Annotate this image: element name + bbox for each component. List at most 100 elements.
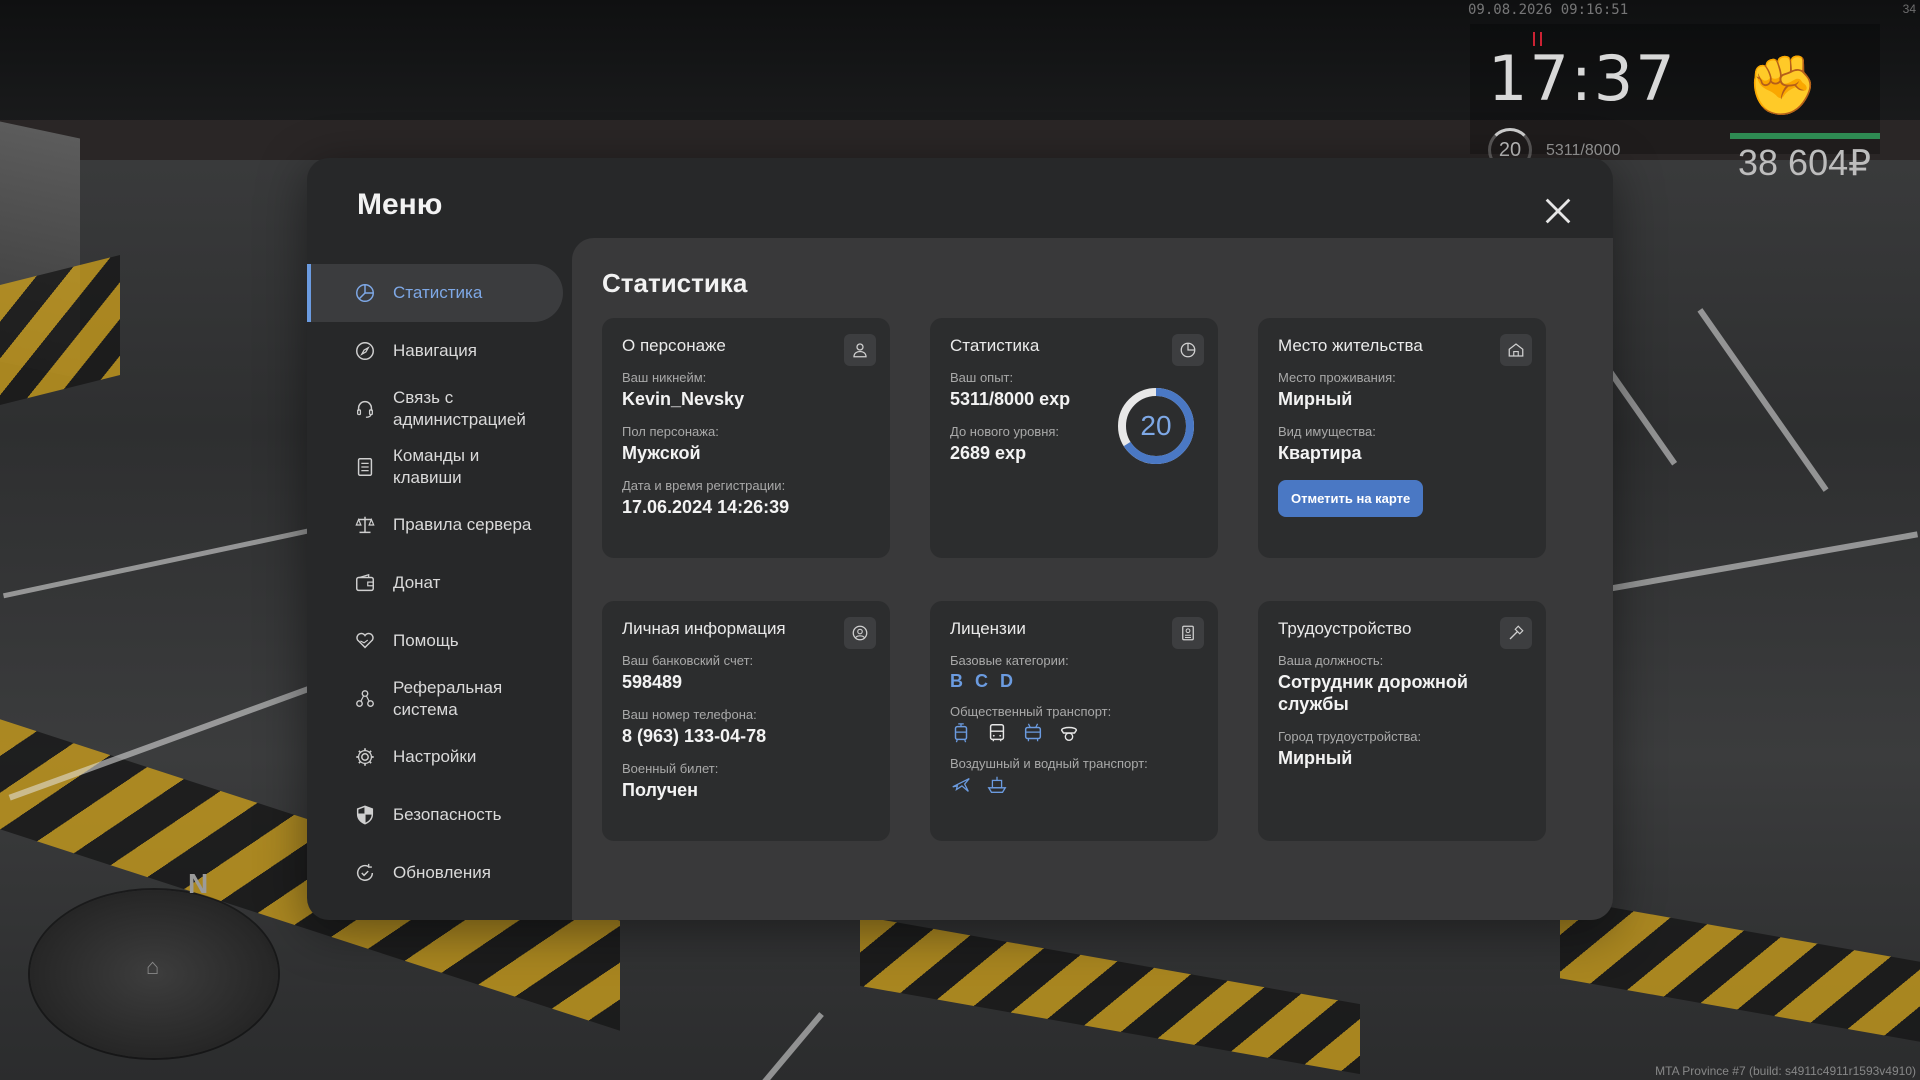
- hud-corner-number: 34: [1902, 2, 1916, 16]
- sidebar-item-help[interactable]: Помощь: [307, 612, 563, 670]
- card-title: Лицензии: [950, 619, 1026, 638]
- field-label: Военный билет:: [622, 761, 719, 776]
- hammer-icon: [1500, 617, 1532, 649]
- registration-value: 17.06.2024 14:26:39: [622, 497, 790, 517]
- residence-place-value: Мирный: [1278, 389, 1353, 409]
- personal-info-card: Личная информация Ваш банковский счет: 5…: [602, 601, 890, 841]
- sidebar-item-label: Донат: [393, 573, 441, 592]
- card-title: Личная информация: [622, 619, 786, 638]
- employment-card: Трудоустройство Ваша должность: Сотрудни…: [1258, 601, 1546, 841]
- referral-icon: [353, 687, 377, 711]
- mark-on-map-button[interactable]: Отметить на карте: [1278, 480, 1424, 517]
- sidebar-item-label: Помощь: [393, 631, 459, 650]
- minimap-north: N: [188, 868, 209, 899]
- bank-account-value: 598489: [622, 672, 683, 692]
- menu-window: Меню Статистика Навигация Связь с админи…: [307, 158, 1613, 920]
- license-category-b: B: [950, 671, 963, 691]
- license-categories: B C D: [950, 671, 1198, 692]
- level-value: 20: [1140, 410, 1172, 441]
- menu-title: Меню: [357, 188, 443, 221]
- boat-icon: [986, 774, 1008, 796]
- card-title: О персонаже: [622, 336, 726, 355]
- field-label: Дата и время регистрации:: [622, 478, 786, 493]
- hud-health-bar: [1730, 133, 1880, 139]
- phone-value: 8 (963) 133-04-78: [622, 726, 767, 746]
- statistics-panel: Статистика О персонаже Ваш никнейм: Kevi…: [572, 238, 1613, 920]
- sidebar-item-label: Связь с администрацией: [393, 388, 526, 429]
- build-info: MTA Province #7 (build: s4911c4911r1593v…: [1655, 1064, 1916, 1078]
- sidebar-item-statistics[interactable]: Статистика: [307, 264, 563, 322]
- licenses-card: Лицензии Базовые категории: B C D Общест…: [930, 601, 1218, 841]
- nickname-value: Kevin_Nevsky: [622, 389, 745, 409]
- close-button[interactable]: [1541, 194, 1575, 228]
- field-label: Базовые категории:: [950, 653, 1069, 668]
- shield-icon: [353, 803, 377, 827]
- compass-icon: [353, 339, 377, 363]
- field-label: Ваш никнейм:: [622, 370, 707, 385]
- tram-icon: [950, 722, 972, 744]
- sidebar-item-security[interactable]: Безопасность: [307, 786, 563, 844]
- document-list-icon: [353, 455, 377, 479]
- sidebar-item-label: Настройки: [393, 747, 477, 766]
- license-category-c: C: [975, 671, 988, 691]
- military-id-value: Получен: [622, 780, 699, 800]
- sidebar-item-settings[interactable]: Настройки: [307, 728, 563, 786]
- sidebar: Статистика Навигация Связь с администрац…: [307, 264, 563, 902]
- sidebar-item-navigation[interactable]: Навигация: [307, 322, 563, 380]
- gender-value: Мужской: [622, 443, 701, 463]
- license-category-d: D: [1000, 671, 1013, 691]
- card-title: Трудоустройство: [1278, 619, 1412, 638]
- gear-icon: [353, 745, 377, 769]
- character-card: О персонаже Ваш никнейм: Kevin_Nevsky По…: [602, 318, 890, 558]
- user-icon: [844, 334, 876, 366]
- trolleybus-icon: [1022, 722, 1044, 744]
- airplane-icon: [950, 774, 972, 796]
- fist-icon: ✊: [1746, 53, 1819, 118]
- sidebar-item-label: Реферальная система: [393, 678, 503, 719]
- page-title: Статистика: [602, 268, 748, 298]
- close-icon: [1545, 198, 1571, 224]
- job-city-value: Мирный: [1278, 748, 1353, 768]
- field-label: Ваша должность:: [1278, 653, 1384, 668]
- sidebar-item-label: Обновления: [393, 863, 491, 882]
- field-label: Воздушный и водный транспорт:: [950, 756, 1148, 771]
- scales-icon: [353, 513, 377, 537]
- hud-money: 38 604₽: [1738, 142, 1872, 183]
- sidebar-item-commands[interactable]: Команды и клавиши: [307, 438, 563, 496]
- sidebar-item-label: Навигация: [393, 341, 477, 360]
- sidebar-item-donate[interactable]: Донат: [307, 554, 563, 612]
- headset-icon: [353, 397, 377, 421]
- air-water-licenses: [950, 774, 1198, 796]
- field-label: Общественный транспорт:: [950, 704, 1112, 719]
- sidebar-item-updates[interactable]: Обновления: [307, 844, 563, 902]
- field-label: Ваш опыт:: [950, 370, 1014, 385]
- experience-card: Статистика Ваш опыт: 5311/8000 exp До но…: [930, 318, 1218, 558]
- card-title: Статистика: [950, 336, 1040, 355]
- pie-chart-icon: [1172, 334, 1204, 366]
- bus-icon: [986, 722, 1008, 744]
- field-label: Город трудоустройства:: [1278, 729, 1422, 744]
- user-circle-icon: [844, 617, 876, 649]
- sidebar-item-rules[interactable]: Правила сервера: [307, 496, 563, 554]
- sidebar-item-label: Безопасность: [393, 805, 502, 824]
- property-type-value: Квартира: [1278, 443, 1362, 463]
- sidebar-item-admin-contact[interactable]: Связь с администрацией: [307, 380, 563, 438]
- field-label: Ваш номер телефона:: [622, 707, 757, 722]
- sidebar-item-referral[interactable]: Реферальная система: [307, 670, 563, 728]
- driver-cap-icon: [1058, 722, 1080, 744]
- sidebar-item-label: Команды и клавиши: [393, 446, 480, 487]
- card-title: Место жительства: [1278, 336, 1423, 355]
- license-document-icon: [1172, 617, 1204, 649]
- field-label: Вид имущества:: [1278, 424, 1376, 439]
- public-transport-licenses: [950, 722, 1198, 744]
- home-icon: [1500, 334, 1532, 366]
- residence-card: Место жительства Место проживания: Мирны…: [1258, 318, 1546, 558]
- sidebar-item-label: Правила сервера: [393, 515, 532, 534]
- field-label: Место проживания:: [1278, 370, 1396, 385]
- sidebar-item-label: Статистика: [393, 283, 483, 302]
- player-marker-icon: ⌂: [146, 954, 160, 979]
- wallet-icon: [353, 571, 377, 595]
- hud-clock: 17:37: [1488, 42, 1677, 115]
- field-label: Ваш банковский счет:: [622, 653, 754, 668]
- field-label: Пол персонажа:: [622, 424, 719, 439]
